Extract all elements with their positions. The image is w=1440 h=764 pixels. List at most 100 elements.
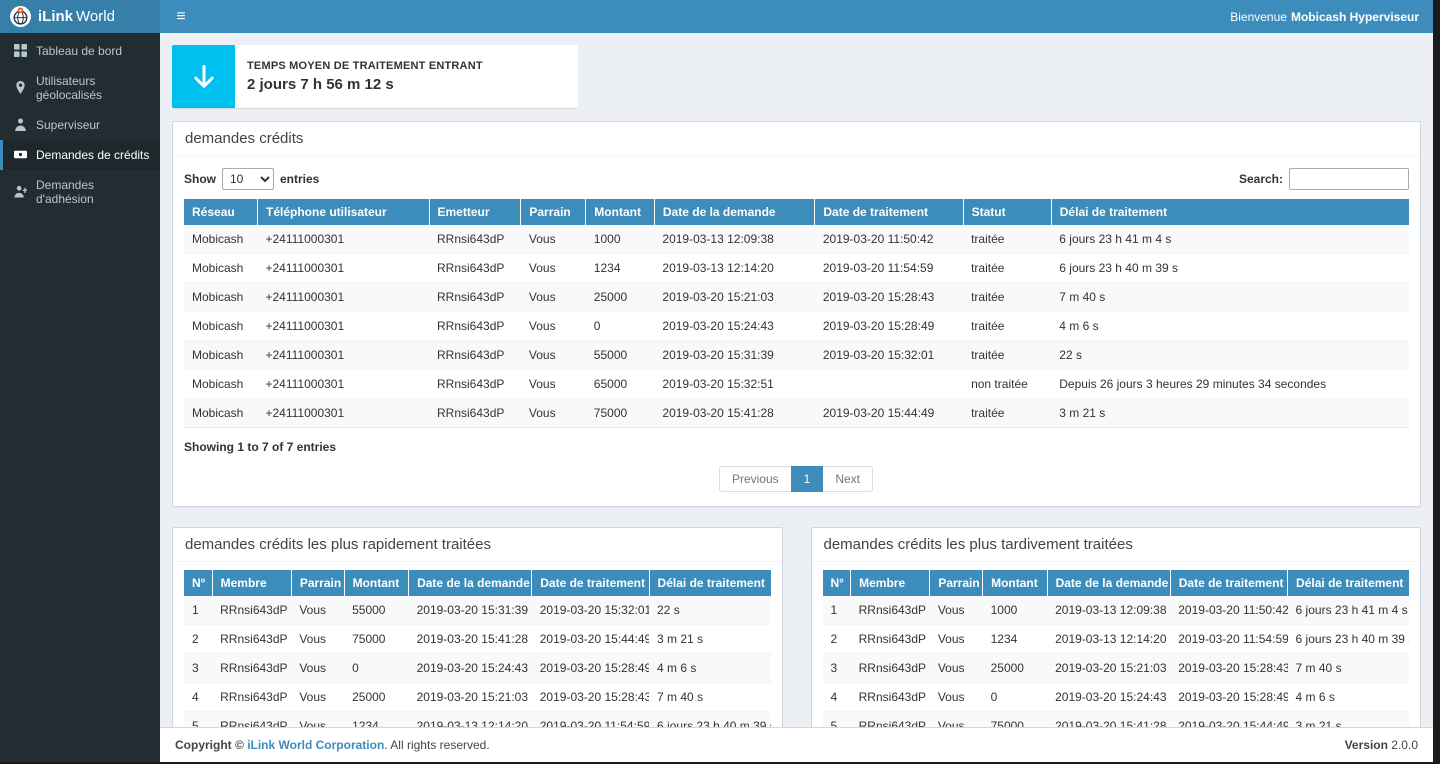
table-cell: traitée — [963, 399, 1051, 428]
table-cell: 5 — [823, 712, 851, 728]
table-cell: 7 m 40 s — [1051, 283, 1409, 312]
credits_panel-column-3[interactable]: Parrain — [521, 199, 586, 225]
pagination-page-1-button[interactable]: 1 — [791, 466, 824, 492]
table-cell: 2019-03-20 15:28:43 — [1170, 654, 1287, 683]
table-cell: 3 — [184, 654, 212, 683]
table-header-row: RéseauTéléphone utilisateurEmetteurParra… — [184, 199, 1409, 225]
table-cell: 2019-03-20 15:44:49 — [532, 625, 649, 654]
table-cell: 2019-03-20 15:24:43 — [1047, 683, 1170, 712]
table-cell: Vous — [521, 312, 586, 341]
table-cell: 75000 — [586, 399, 655, 428]
sidebar-item-label: Utilisateurs géolocalisés — [36, 74, 150, 102]
table-cell: +24111000301 — [258, 370, 430, 399]
fastest_panel-column-3: Montant — [344, 570, 409, 596]
pagination-previous-button[interactable]: Previous — [719, 466, 792, 492]
table-cell: 5 — [184, 712, 212, 728]
sidebar-item-supervisor[interactable]: Superviseur — [0, 110, 160, 140]
sidebar-item-dashboard[interactable]: Tableau de bord — [0, 36, 160, 66]
stat-card-avg-processing-time: TEMPS MOYEN DE TRAITEMENT ENTRANT 2 jour… — [172, 45, 578, 108]
sidebar-toggle-button[interactable]: ≡ — [160, 0, 202, 33]
credits_panel-column-2[interactable]: Emetteur — [429, 199, 521, 225]
table-cell: Mobicash — [184, 341, 258, 370]
table-cell: 0 — [344, 654, 409, 683]
table-cell: 2019-03-20 15:28:49 — [532, 654, 649, 683]
table-row: Mobicash+24111000301RRnsi643dPVous123420… — [184, 254, 1409, 283]
sidebar-item-credit-requests[interactable]: Demandes de crédits — [0, 140, 160, 170]
table-cell: Mobicash — [184, 254, 258, 283]
table-cell: Vous — [930, 625, 983, 654]
table-cell: +24111000301 — [258, 254, 430, 283]
table-cell: 1000 — [983, 596, 1048, 625]
company-link[interactable]: iLink World Corporation — [247, 738, 384, 752]
table-cell: 25000 — [586, 283, 655, 312]
welcome-user: Mobicash Hyperviseur — [1291, 10, 1419, 24]
credits_panel-column-5[interactable]: Date de la demande — [654, 199, 814, 225]
table-cell: traitée — [963, 341, 1051, 370]
banknote-icon — [14, 148, 28, 162]
table-cell: 2019-03-20 15:28:43 — [815, 283, 963, 312]
welcome-text: Bienvenue Mobicash Hyperviseur — [1216, 0, 1433, 33]
credit-requests-panel: demandes crédits Show 10 entries Search: — [172, 121, 1421, 507]
credits_panel-column-4[interactable]: Montant — [586, 199, 655, 225]
table-cell: 3 m 21 s — [1288, 712, 1409, 728]
search-control: Search: — [1239, 168, 1409, 190]
sidebar-item-geolocated-users[interactable]: Utilisateurs géolocalisés — [0, 66, 160, 110]
sidebar-item-label: Demandes d'adhésion — [36, 178, 150, 206]
table-cell: 2019-03-20 15:44:49 — [1170, 712, 1287, 728]
fastest_panel-column-5: Date de traitement — [532, 570, 649, 596]
table-cell: 2019-03-20 15:31:39 — [654, 341, 814, 370]
table-cell: traitée — [963, 312, 1051, 341]
table-cell: RRnsi643dP — [851, 712, 930, 728]
table-cell: 7 m 40 s — [1288, 654, 1409, 683]
table-cell: RRnsi643dP — [429, 312, 521, 341]
brand-name-bold: iLink — [38, 8, 73, 25]
table-cell: 2019-03-20 15:21:03 — [1047, 654, 1170, 683]
table-cell: 2019-03-13 12:14:20 — [409, 712, 532, 728]
table-cell: 22 s — [649, 596, 770, 625]
table-cell: Vous — [521, 225, 586, 254]
table-cell: 0 — [586, 312, 655, 341]
table-cell: 3 m 21 s — [1051, 399, 1409, 428]
credits_panel-column-0[interactable]: Réseau — [184, 199, 258, 225]
page-size-select[interactable]: 10 — [222, 168, 274, 190]
table-cell: Vous — [930, 683, 983, 712]
table-cell: Vous — [930, 596, 983, 625]
slowest-processed-table: N°MembreParrainMontantDate de la demande… — [823, 570, 1410, 727]
credits_panel-column-8[interactable]: Délai de traitement — [1051, 199, 1409, 225]
credits_panel-column-1[interactable]: Téléphone utilisateur — [258, 199, 430, 225]
table-cell: 2019-03-20 15:28:49 — [1170, 683, 1287, 712]
credits_panel-column-7[interactable]: Statut — [963, 199, 1051, 225]
fastest_panel-column-4: Date de la demande — [409, 570, 532, 596]
slowest_panel-column-2: Parrain — [930, 570, 983, 596]
table-cell: 0 — [983, 683, 1048, 712]
table-cell: Vous — [291, 712, 344, 728]
search-input[interactable] — [1289, 168, 1409, 190]
pagination-next-button[interactable]: Next — [822, 466, 873, 492]
table-cell: 25000 — [344, 683, 409, 712]
table-cell: 1000 — [586, 225, 655, 254]
table-row: 5RRnsi643dPVous12342019-03-13 12:14:2020… — [184, 712, 771, 728]
brand-logo[interactable]: iLinkWorld — [0, 0, 160, 33]
sidebar-item-label: Superviseur — [36, 118, 100, 132]
table-cell: 6 jours 23 h 41 m 4 s — [1288, 596, 1409, 625]
pagination: Previous 1 Next — [184, 466, 1409, 492]
entries-label: entries — [280, 172, 319, 186]
table-cell: RRnsi643dP — [851, 683, 930, 712]
table-cell: +24111000301 — [258, 225, 430, 254]
table-controls: Show 10 entries Search: — [184, 164, 1409, 199]
table-row: Mobicash+24111000301RRnsi643dPVous650002… — [184, 370, 1409, 399]
table-cell: Vous — [521, 370, 586, 399]
table-cell: Vous — [521, 254, 586, 283]
table-cell: 1 — [823, 596, 851, 625]
bottom-panels-row: demandes crédits les plus rapidement tra… — [172, 527, 1421, 727]
credits_panel-column-6[interactable]: Date de traitement — [815, 199, 963, 225]
brand-name: iLinkWorld — [38, 8, 115, 25]
dashboard-icon — [14, 44, 28, 58]
table-cell: 2019-03-20 15:21:03 — [654, 283, 814, 312]
table-cell: Vous — [521, 341, 586, 370]
user-icon — [14, 118, 28, 132]
sidebar-item-membership-requests[interactable]: Demandes d'adhésion — [0, 170, 160, 214]
table-cell: RRnsi643dP — [429, 283, 521, 312]
table-cell: RRnsi643dP — [212, 654, 291, 683]
table-row: 3RRnsi643dPVous02019-03-20 15:24:432019-… — [184, 654, 771, 683]
